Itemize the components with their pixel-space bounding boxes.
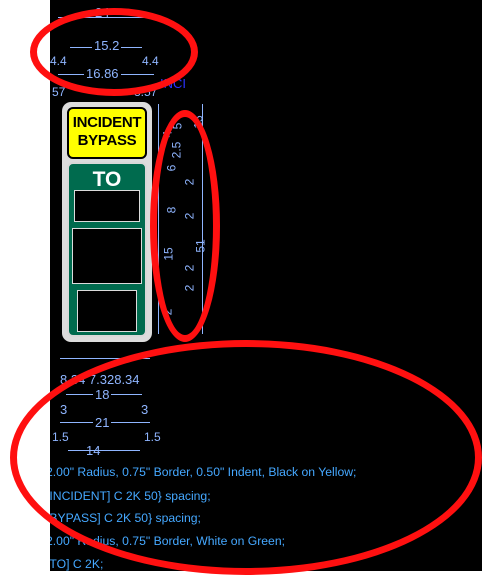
sign-yellow-panel: INCIDENT BYPASS (67, 107, 147, 159)
sign-panel: INCIDENT BYPASS TO (62, 102, 152, 342)
highlight-ellipse-middle (150, 110, 220, 342)
note-line-5: [TO] C 2K; (50, 557, 104, 571)
sign-shield-box-1 (74, 190, 140, 222)
sign-shield-box-2 (72, 228, 142, 284)
sign-line-incident: INCIDENT (72, 114, 142, 131)
sign-green-panel: TO (67, 162, 147, 337)
dim-left-offset: 57 (52, 85, 66, 99)
sign-shield-box-3 (77, 290, 137, 332)
highlight-ellipse-bottom (10, 340, 482, 575)
sign-line-bypass: BYPASS (77, 132, 137, 149)
sign-to-text: TO (92, 168, 122, 191)
highlight-ellipse-top (30, 8, 198, 96)
